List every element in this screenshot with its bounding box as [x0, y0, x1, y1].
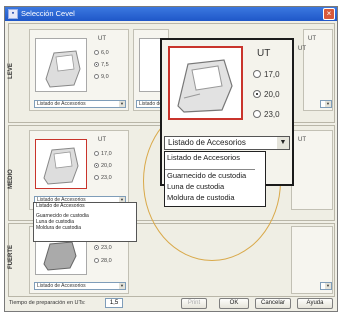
close-button[interactable]: × [323, 8, 335, 20]
zoom-thumbnail-selected[interactable] [168, 46, 243, 120]
dropdown-item[interactable]: Moldura de custodia [165, 192, 265, 203]
fuerte-combo-right[interactable]: ▼ [320, 282, 332, 290]
fuerte-option-1[interactable]: 23,0 [94, 245, 112, 251]
fuerte-accessories-combo[interactable]: Listado de Accesorios ▼ [34, 282, 126, 290]
fuerte-option-2[interactable]: 28,0 [94, 258, 112, 264]
zoom-right-ut: UT [298, 46, 306, 52]
zoom-option-1[interactable]: 17,0 [253, 70, 280, 79]
car-door-icon [43, 147, 79, 185]
medio-option-2[interactable]: 20,0 [94, 163, 112, 169]
medio-cell-right: UT [291, 130, 333, 210]
medio-thumbnail-selected[interactable] [35, 139, 87, 189]
dropdown-separator [165, 163, 255, 170]
print-button[interactable]: Print [181, 298, 207, 309]
leve-option-1[interactable]: 6,0 [94, 50, 109, 56]
cancel-button[interactable]: Cancelar [255, 298, 291, 309]
leve-cell-3: UT ▼ [303, 29, 333, 111]
zoom-accessories-combo[interactable]: Listado de Accesorios ▼ [164, 136, 290, 150]
app-icon: ▪ [8, 9, 18, 19]
medio-ut-header: UT [98, 137, 106, 143]
level-label-leve: LEVE [7, 63, 14, 79]
ok-button[interactable]: OK [219, 298, 249, 309]
help-button[interactable]: Ayuda [297, 298, 333, 309]
medio-cell-1: UT 17,0 20,0 23,0 Listado de Accesorios ▼ [29, 130, 129, 210]
leve-cell-1: UT 6,0 7,5 9,0 Listado de Accesorios ▼ [29, 29, 129, 111]
level-label-medio: MEDIO [7, 169, 14, 189]
leve-ut-header-3: UT [308, 36, 316, 42]
car-door-icon [45, 50, 81, 88]
title-bar[interactable]: ▪ Selección Cevel × [5, 7, 337, 21]
dropdown-item[interactable]: Guarnecido de custodia [165, 170, 265, 181]
fuerte-cell-right: ▼ [291, 226, 333, 294]
zoom-option-3[interactable]: 23,0 [253, 110, 280, 119]
zoom-accessories-dropdown-list: Listado de Accesorios Guarnecido de cust… [164, 151, 266, 207]
chevron-down-icon[interactable]: ▼ [277, 137, 289, 149]
leve-accessories-combo[interactable]: Listado de Accesorios ▼ [34, 100, 126, 108]
leve-ut-header: UT [98, 36, 106, 42]
medio-extra-ut: UT [298, 137, 306, 143]
car-door-icon [177, 59, 233, 113]
medio-accessories-dropdown-list: Listado de Accesorios Guarnecido de cust… [33, 202, 137, 242]
prep-time-field[interactable]: 1,5 [105, 298, 123, 308]
leve-option-2[interactable]: 7,5 [94, 62, 109, 68]
medio-option-1[interactable]: 17,0 [94, 151, 112, 157]
window-title: Selección Cevel [21, 9, 75, 18]
prep-time-label: Tiempo de preparación en UTs: [9, 300, 86, 306]
medio-option-3[interactable]: 23,0 [94, 175, 112, 181]
leve-thumbnail-1[interactable] [35, 38, 87, 92]
level-label-fuerte: FUERTE [8, 245, 14, 269]
zoom-option-2[interactable]: 20,0 [253, 90, 280, 99]
zoom-ut-header: UT [257, 48, 271, 59]
dropdown-item[interactable]: Moldura de custodia [34, 225, 136, 231]
leve-option-3[interactable]: 9,0 [94, 74, 109, 80]
dropdown-item[interactable]: Listado de Accesorios [165, 152, 265, 163]
dropdown-item[interactable]: Luna de custodia [165, 181, 265, 192]
leve-combo-3[interactable]: ▼ [320, 100, 332, 108]
zoom-callout: UT 17,0 20,0 23,0 Listado de Accesorios … [160, 38, 294, 207]
